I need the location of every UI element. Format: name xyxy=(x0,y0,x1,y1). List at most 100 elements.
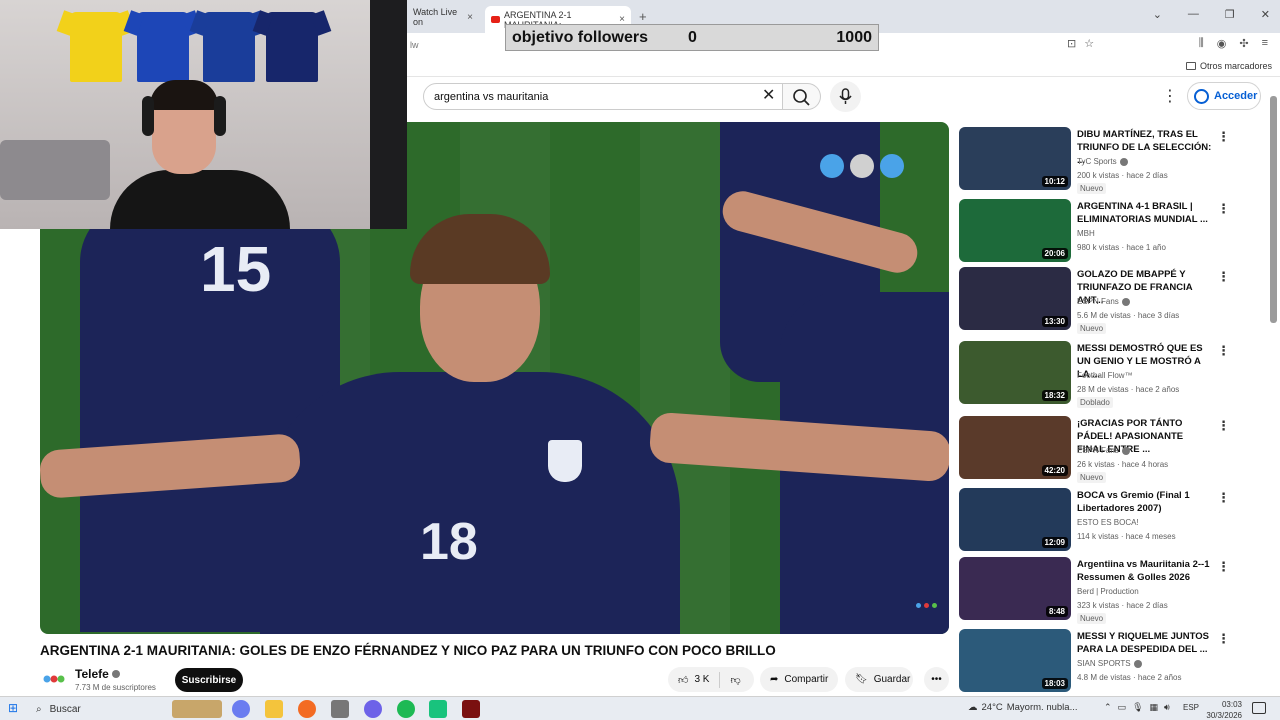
minimize-button[interactable]: — xyxy=(1188,8,1199,21)
search-input[interactable]: argentina vs mauritania xyxy=(423,83,783,110)
channel-line[interactable]: ESPN Fans xyxy=(1077,446,1130,455)
battery-icon[interactable]: ▭ xyxy=(1118,702,1127,713)
app-icon[interactable] xyxy=(429,700,447,718)
channel-line[interactable]: MBH xyxy=(1077,229,1095,238)
video-title[interactable]: MESSI Y RIQUELME JUNTOS PARA LA DESPEDID… xyxy=(1077,630,1213,656)
discord-icon[interactable] xyxy=(364,700,382,718)
mic-icon[interactable]: 🎙︎ xyxy=(1132,702,1143,713)
new-tab-button[interactable]: + xyxy=(639,9,647,24)
file-explorer-icon[interactable] xyxy=(265,700,283,718)
sign-in-button[interactable]: Acceder xyxy=(1187,82,1261,110)
cloud-icon: ☁ xyxy=(968,702,978,713)
network-icon[interactable]: ▦ xyxy=(1150,702,1159,713)
more-options-icon[interactable]: ⋮ xyxy=(1217,269,1230,285)
more-options-icon[interactable]: ⋮ xyxy=(1217,418,1230,434)
recommendation-item[interactable]: 18:03 MESSI Y RIQUELME JUNTOS PARA LA DES… xyxy=(959,629,1239,693)
channel-line[interactable]: ESTO ES BOCA! xyxy=(1077,518,1139,527)
voice-search-button[interactable] xyxy=(830,81,861,112)
close-window-button[interactable]: ✕ xyxy=(1261,8,1270,21)
video-thumbnail[interactable]: 18:03 xyxy=(959,629,1071,692)
weather-widget[interactable]: ☁ 24°C Mayorm. nubla... xyxy=(968,702,1077,713)
like-count[interactable]: 3 K xyxy=(694,674,709,685)
more-options-icon[interactable]: ⋮ xyxy=(1217,490,1230,506)
video-title[interactable]: ARGENTINA 4-1 BRASIL | ELIMINATORIAS MUN… xyxy=(1077,200,1213,226)
video-duration: 18:03 xyxy=(1041,678,1068,689)
video-thumbnail[interactable]: 12:09 xyxy=(959,488,1071,551)
share-button[interactable]: ➦ Compartir xyxy=(760,667,838,692)
channel-line[interactable]: TyC Sports xyxy=(1077,157,1128,166)
share-label: Compartir xyxy=(784,674,829,685)
recommendation-item[interactable]: 8:48 Argentiina vs Mauriitania 2--1 Ressu… xyxy=(959,557,1239,624)
channel-line[interactable]: Berd | Production xyxy=(1077,587,1139,596)
channel-line[interactable]: ESPN Fans xyxy=(1077,297,1130,306)
recommendation-item[interactable]: 42:20 ¡GRACIAS POR TÁNTO PÁDEL! APASIONAN… xyxy=(959,416,1239,483)
more-options-icon[interactable]: ⋮ xyxy=(1162,86,1178,106)
thumbs-down-icon[interactable]: 👎︎ xyxy=(730,674,740,686)
chevron-up-icon[interactable]: ⌃ xyxy=(1104,702,1112,713)
channel-avatar[interactable] xyxy=(40,667,68,695)
more-options-icon[interactable]: ⋮ xyxy=(1217,343,1230,359)
tab-watch-live[interactable]: Watch Live on × xyxy=(407,6,479,28)
video-thumbnail[interactable]: 42:20 xyxy=(959,416,1071,479)
app-icon[interactable] xyxy=(462,700,480,718)
headphones-icon xyxy=(142,96,154,136)
copilot-icon[interactable] xyxy=(232,700,250,718)
app-icon[interactable] xyxy=(331,700,349,718)
video-thumbnail[interactable]: 13:30 xyxy=(959,267,1071,330)
install-app-icon[interactable]: ⊡ xyxy=(1067,37,1076,50)
more-options-icon[interactable]: ⋮ xyxy=(1217,129,1230,145)
verified-icon xyxy=(1121,446,1130,455)
recommendation-item[interactable]: 13:30 GOLAZO DE MBAPPÉ Y TRIUNFAZO DE FRA… xyxy=(959,267,1239,334)
thumbs-up-icon[interactable]: 👍︎ xyxy=(678,674,688,686)
notifications-icon[interactable] xyxy=(1252,702,1266,714)
more-options-icon[interactable]: ⋮ xyxy=(1217,201,1230,217)
spotify-icon[interactable] xyxy=(397,700,415,718)
channel-line[interactable]: Football Flow™ xyxy=(1077,371,1133,380)
video-thumbnail[interactable]: 8:48 xyxy=(959,557,1071,620)
tab-close-icon[interactable]: × xyxy=(467,12,473,23)
other-bookmarks-folder[interactable]: Otros marcadores xyxy=(1185,61,1272,71)
save-button[interactable]: 🔖︎ Guardar xyxy=(845,667,913,692)
firefox-icon[interactable] xyxy=(298,700,316,718)
extensions-icon[interactable]: ✣ xyxy=(1239,37,1248,50)
recommendation-item[interactable]: 20:06 ARGENTINA 4-1 BRASIL | ELIMINATORIA… xyxy=(959,199,1239,263)
channel-name[interactable]: Telefe xyxy=(75,667,121,681)
address-bar-text[interactable]: lw xyxy=(410,40,419,50)
language-indicator[interactable]: ESP xyxy=(1183,703,1199,712)
scrollbar-thumb[interactable] xyxy=(1270,96,1277,323)
video-thumbnail[interactable]: 20:06 xyxy=(959,199,1071,262)
recommendation-item[interactable]: 10:12 DIBU MARTÍNEZ, TRAS EL TRIUNFO DE L… xyxy=(959,127,1239,194)
video-title[interactable]: Argentiina vs Mauriitania 2--1 Ressumen … xyxy=(1077,558,1213,584)
search-icon: ⌕ xyxy=(36,703,42,715)
clock-date: 30/3/2026 xyxy=(1206,711,1242,720)
taskbar-search-highlight[interactable] xyxy=(172,700,222,718)
broadcaster-logo xyxy=(916,603,937,608)
channel-name: Berd | Production xyxy=(1077,587,1139,596)
menu-icon[interactable]: ≡ xyxy=(1262,37,1268,50)
clock[interactable]: 03:03 30/3/2026 xyxy=(1202,699,1242,720)
channel-line[interactable]: SIAN SPORTS xyxy=(1077,659,1142,668)
more-options-icon[interactable]: ⋮ xyxy=(1217,559,1230,575)
system-tray: ⌃ ▭ 🎙︎ ▦ 🔊︎ xyxy=(1104,702,1170,713)
recommendation-item[interactable]: 12:09 BOCA vs Gremio (Final 1 Libertadore… xyxy=(959,488,1239,552)
volume-icon[interactable]: 🔊︎ xyxy=(1164,702,1170,713)
recommendation-item[interactable]: 18:32 MESSI DEMOSTRÓ QUE ES UN GENIO Y LE… xyxy=(959,341,1239,408)
tab-list-icon[interactable]: ⌄ xyxy=(1153,8,1162,21)
more-actions-button[interactable]: ••• xyxy=(924,667,949,692)
windows-start-icon[interactable]: ⊞ xyxy=(8,701,18,715)
video-title: ARGENTINA 2-1 MAURITANIA: GOLES DE ENZO … xyxy=(40,643,776,658)
clear-search-icon[interactable]: ✕ xyxy=(762,85,775,105)
restore-button[interactable]: ❐ xyxy=(1225,8,1235,21)
video-thumbnail[interactable]: 18:32 xyxy=(959,341,1071,404)
more-options-icon[interactable]: ⋮ xyxy=(1217,631,1230,647)
video-thumbnail[interactable]: 10:12 xyxy=(959,127,1071,190)
verified-icon xyxy=(1121,297,1130,306)
account-icon[interactable]: ◉ xyxy=(1217,37,1227,50)
bookmark-star-icon[interactable]: ☆ xyxy=(1084,37,1094,50)
video-duration: 13:30 xyxy=(1041,316,1068,327)
subscribe-button[interactable]: Suscribirse xyxy=(175,668,243,692)
search-button[interactable] xyxy=(783,83,821,110)
video-duration: 42:20 xyxy=(1041,465,1068,476)
video-title[interactable]: BOCA vs Gremio (Final 1 Libertadores 200… xyxy=(1077,489,1213,515)
library-icon[interactable]: ⫼ xyxy=(1199,37,1204,50)
